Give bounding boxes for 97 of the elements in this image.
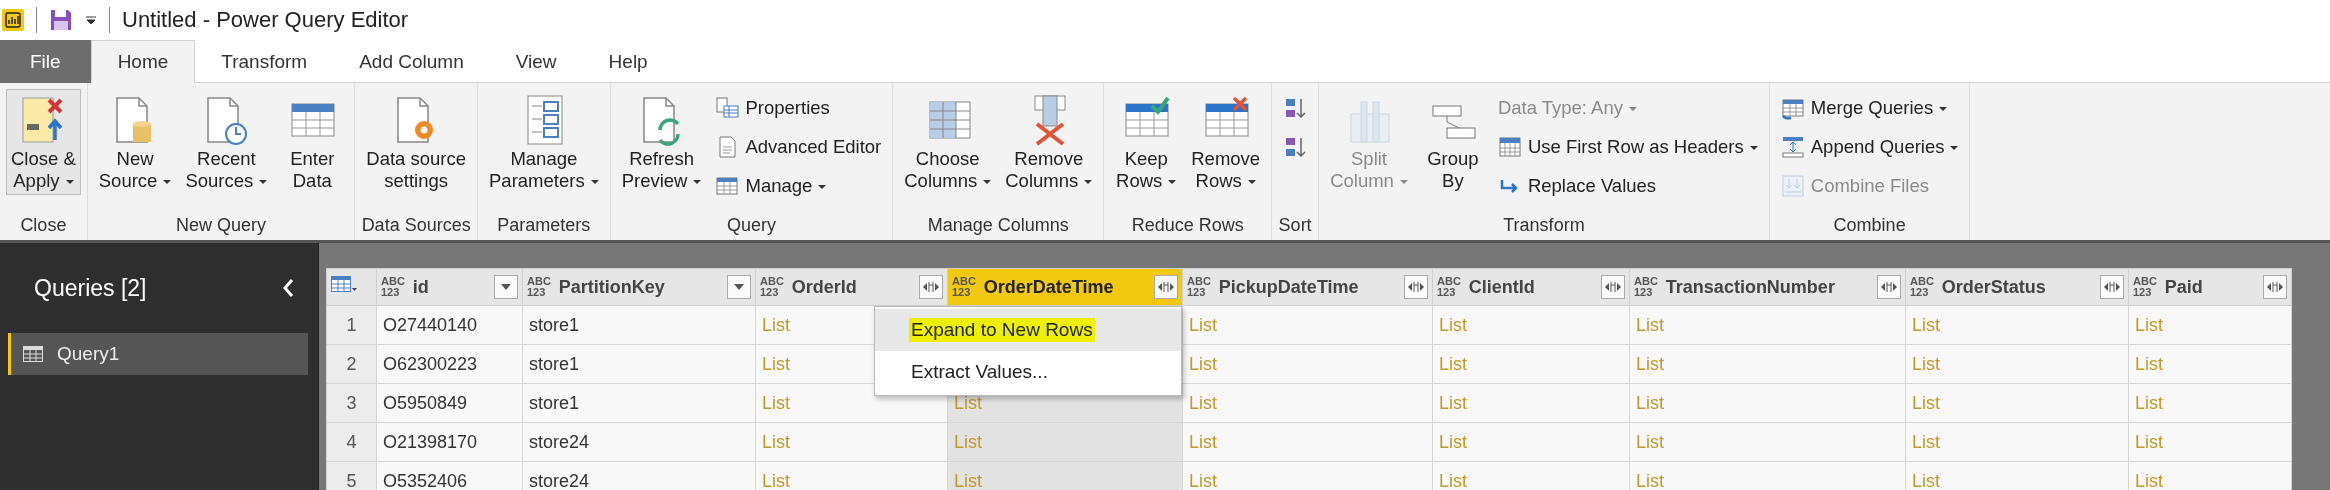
expand-icon xyxy=(922,280,940,294)
type-label: ABC 123 xyxy=(1910,276,1934,298)
ribbon-button[interactable]: Append Queries xyxy=(1775,130,1964,164)
type-label: ABC 123 xyxy=(2133,276,2157,298)
table-icon xyxy=(331,275,357,294)
type-label: ABC 123 xyxy=(381,276,405,298)
ribbon-button[interactable]: Keep Rows xyxy=(1110,89,1183,195)
properties-icon xyxy=(715,96,740,120)
combine-files-icon xyxy=(1780,174,1805,198)
table-icon xyxy=(1497,135,1522,159)
ribbon-button[interactable]: New Source xyxy=(93,89,177,195)
ribbon-button[interactable]: Manage xyxy=(710,169,887,203)
row-number: 2 xyxy=(326,344,377,384)
dropdown-arrow-icon xyxy=(85,15,97,25)
group-label: Data Sources xyxy=(361,215,471,236)
ribbon-button[interactable]: Merge Queries xyxy=(1775,91,1964,125)
row-number: 4 xyxy=(326,422,377,462)
ribbon-button[interactable]: Properties xyxy=(710,91,887,125)
ribbon-button[interactable]: Use First Row as Headers xyxy=(1492,130,1763,164)
menu-item[interactable]: Extract Values... xyxy=(875,351,1181,393)
table-cell: store1 xyxy=(522,344,756,384)
row-number: 1 xyxy=(326,305,377,345)
expand-icon xyxy=(1880,280,1898,294)
row-number: 3 xyxy=(326,383,377,423)
table-icon xyxy=(23,346,43,362)
merge-tables-icon xyxy=(1780,96,1805,120)
queries-title: Queries [2] xyxy=(34,274,147,302)
expand-icon xyxy=(1604,280,1622,294)
caret-icon xyxy=(733,283,745,291)
expand-button[interactable] xyxy=(1601,275,1625,299)
table-icon xyxy=(715,174,740,198)
ribbon-button[interactable]: Data source settings xyxy=(361,89,472,195)
group-label: Query xyxy=(726,215,776,236)
expand-button[interactable] xyxy=(1154,275,1178,299)
table-cell: O21398170 xyxy=(376,422,523,462)
ribbon-button[interactable]: Recent Sources xyxy=(180,89,273,195)
group-label: Close xyxy=(20,215,67,236)
group-label: Parameters xyxy=(497,215,591,236)
group-label: Sort xyxy=(1278,215,1312,236)
ribbon-button[interactable]: Remove Columns xyxy=(1000,89,1098,195)
query-item[interactable]: Query1 xyxy=(8,333,308,375)
expand-button[interactable] xyxy=(1877,275,1901,299)
expand-button[interactable] xyxy=(2263,275,2287,299)
expand-icon xyxy=(2266,280,2284,294)
group-label: New Query xyxy=(176,215,267,236)
menu-item[interactable]: Expand to New Rows xyxy=(875,309,1181,351)
row-number: 5 xyxy=(326,461,377,490)
file-tab[interactable]: File xyxy=(0,40,91,83)
filter-button[interactable] xyxy=(727,275,751,299)
table-cell: store1 xyxy=(522,383,756,423)
type-label: ABC 123 xyxy=(1634,276,1658,298)
caret-icon xyxy=(500,283,512,291)
table-cell: O62300223 xyxy=(376,344,523,384)
ribbon-button[interactable]: Advanced Editor xyxy=(710,130,887,164)
ribbon-button[interactable]: Replace Values xyxy=(1492,169,1763,203)
group-label: Transform xyxy=(1503,215,1585,236)
table-cell: O5950849 xyxy=(376,383,523,423)
table-cell: store24 xyxy=(522,461,756,490)
ribbon-tab[interactable]: Help xyxy=(582,40,674,83)
ribbon-button[interactable]: Group By xyxy=(1416,89,1489,195)
type-label: ABC 123 xyxy=(527,276,551,298)
expand-icon xyxy=(1407,280,1425,294)
sort-descending-icon xyxy=(1283,135,1308,159)
table-cell: store24 xyxy=(522,422,756,462)
table-menu-button[interactable] xyxy=(326,268,377,306)
group-label: Manage Columns xyxy=(927,215,1069,236)
table-cell: O5352406 xyxy=(376,461,523,490)
type-label: ABC 123 xyxy=(952,276,976,298)
ribbon-tab[interactable]: Add Column xyxy=(333,40,490,83)
expand-icon xyxy=(1157,280,1175,294)
ribbon-button[interactable]: Choose Columns xyxy=(899,89,997,195)
sort-ascending-icon xyxy=(1283,96,1308,120)
app-logo-icon xyxy=(2,9,24,31)
group-label: Combine xyxy=(1833,215,1906,236)
ribbon-button[interactable]: Remove Rows xyxy=(1186,89,1266,195)
expand-button[interactable] xyxy=(1404,275,1428,299)
ribbon-button[interactable]: Manage Parameters xyxy=(484,89,604,195)
window-title: Untitled - Power Query Editor xyxy=(122,7,409,33)
filter-button[interactable] xyxy=(494,275,518,299)
table-cell: O27440140 xyxy=(376,305,523,345)
ribbon-button[interactable]: Enter Data xyxy=(276,89,349,195)
expand-button[interactable] xyxy=(2100,275,2124,299)
type-label: ABC 123 xyxy=(760,276,784,298)
ribbon-button[interactable]: Close & Apply xyxy=(6,89,81,195)
group-label: Reduce Rows xyxy=(1131,215,1244,236)
ribbon-button[interactable]: Refresh Preview xyxy=(616,89,707,195)
type-label: ABC 123 xyxy=(1187,276,1211,298)
ribbon-tab[interactable]: Transform xyxy=(195,40,334,83)
ribbon-tab[interactable]: Home xyxy=(90,40,196,83)
collapse-chevron-icon[interactable] xyxy=(282,278,294,298)
save-icon xyxy=(49,8,73,32)
append-tables-icon xyxy=(1780,135,1805,159)
type-label: ABC 123 xyxy=(1437,276,1461,298)
table-cell: store1 xyxy=(522,305,756,345)
expand-button[interactable] xyxy=(919,275,943,299)
expand-icon xyxy=(2103,280,2121,294)
ribbon-tab[interactable]: View xyxy=(489,40,583,83)
